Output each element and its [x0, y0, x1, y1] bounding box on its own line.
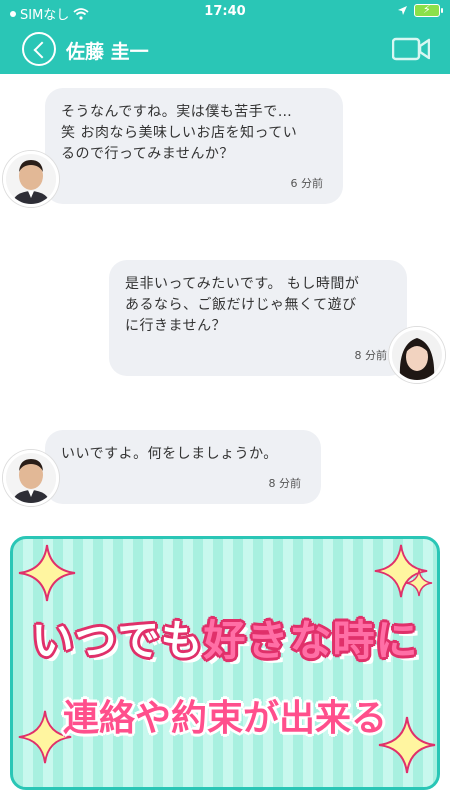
- message-time: 8 分前: [354, 349, 388, 362]
- avatar-man[interactable]: [3, 151, 59, 207]
- battery-icon: ⚡: [414, 3, 443, 17]
- message-bubble-outgoing: 是非いってみたいです。 もし時間が あるなら、ご飯だけじゃ無くて遊び に行きませ…: [109, 260, 407, 376]
- banner-headline-prefix: いつでも: [31, 616, 204, 665]
- status-right: ⚡: [397, 3, 443, 17]
- message-text: 是非いってみたいです。 もし時間が あるなら、ご飯だけじゃ無くて遊び に行きませ…: [125, 276, 360, 334]
- avatar-man[interactable]: [3, 450, 59, 506]
- banner-subline: 連絡や約束が出来る: [62, 698, 387, 739]
- banner-headline-highlight: 好きな時に: [203, 616, 419, 665]
- sparkle-icon: [405, 569, 433, 597]
- promo-banner: いつでも好きな時に 連絡や約束が出来る: [10, 536, 440, 790]
- message-bubble-incoming: そうなんですね。実は僕も苦手で… 笑 お肉なら美味しいお店を知ってい るので行っ…: [45, 88, 343, 204]
- clock: 17:40: [204, 4, 246, 19]
- location-icon: [398, 6, 407, 15]
- message-time: 6 分前: [290, 177, 324, 190]
- chat-thread[interactable]: そうなんですね。実は僕も苦手で… 笑 お肉なら美味しいお店を知ってい るので行っ…: [0, 74, 450, 520]
- message-bubble-incoming: いいですよ。何をしましょうか。 8 分前: [45, 430, 321, 504]
- message-text: そうなんですね。実は僕も苦手で… 笑 お肉なら美味しいお店を知ってい るので行っ…: [61, 104, 298, 162]
- woman-avatar-icon: [392, 330, 442, 380]
- promo-area: いつでも好きな時に 連絡や約束が出来る: [0, 520, 450, 800]
- message-text: いいですよ。何をしましょうか。: [61, 446, 278, 462]
- man-avatar-icon: [6, 453, 56, 503]
- back-button[interactable]: [22, 32, 56, 66]
- man-avatar-icon: [6, 154, 56, 204]
- banner-headline: いつでも好きな時に: [13, 607, 437, 668]
- status-bar: SIMなし 17:40 ⚡: [0, 0, 450, 24]
- video-call-icon[interactable]: [392, 36, 430, 62]
- contact-name: 佐藤 圭一: [66, 41, 149, 63]
- message-time: 8 分前: [268, 477, 302, 490]
- avatar-woman[interactable]: [389, 327, 445, 383]
- sparkle-icon: [18, 544, 76, 602]
- chat-header: 佐藤 圭一: [0, 24, 450, 74]
